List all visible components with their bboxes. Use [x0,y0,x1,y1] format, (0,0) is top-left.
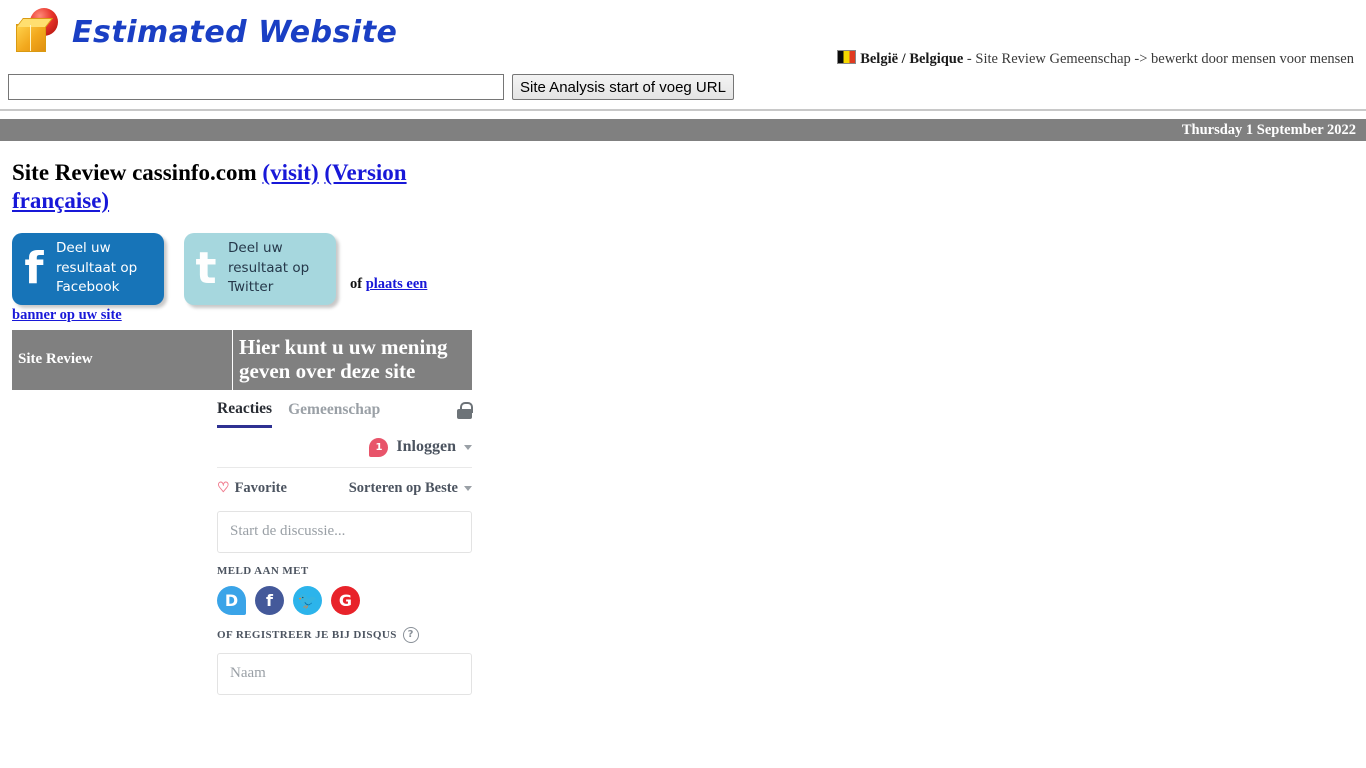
facebook-icon: f [24,242,44,294]
social-login-row: D f 🐦 G [217,585,472,615]
disqus-widget: Reacties Gemeenschap 1 Inloggen ♡ Favori… [217,400,473,695]
twitter-icon[interactable]: 🐦 [293,585,322,615]
share-twitter-label: Deel uw resultaat op Twitter [228,240,310,296]
share-buttons-row: f Deel uw resultaat op Facebook t Deel u… [12,232,512,305]
page-title-prefix: Site Review cassinfo.com [12,160,263,185]
favorite-label: Favorite [234,479,287,496]
chevron-down-icon [464,485,472,491]
tagline-country: België / Belgique [860,51,964,67]
site-review-table: Site Review Hier kunt u uw mening geven … [12,329,472,390]
current-date: Thursday 1 September 2022 [1181,121,1356,138]
twitter-icon: t [195,242,217,294]
header-divider [0,109,1366,111]
chevron-down-icon[interactable] [464,444,472,450]
disqus-icon[interactable]: D [217,585,246,615]
site-header: Estimated Website België / Belgique - Si… [0,0,1366,68]
url-search-input[interactable] [8,74,504,100]
share-facebook-label: Deel uw resultaat op Facebook [56,240,138,296]
banner-link-row: banner op uw site [12,307,1366,324]
date-bar: Thursday 1 September 2022 [0,119,1366,141]
review-table-left-label: Site Review [12,329,233,390]
favorite-button[interactable]: ♡ Favorite [217,480,287,497]
signin-caption: MELD AAN MET [217,565,472,577]
header-tagline: België / Belgique - Site Review Gemeensc… [0,50,1354,68]
lock-icon [457,402,473,420]
tagline-rest: - Site Review Gemeenschap -> bewerkt doo… [963,51,1354,67]
google-icon[interactable]: G [331,585,360,615]
share-alternative-text: of plaats een [350,276,427,293]
disqus-login-row: 1 Inloggen [217,430,472,468]
tab-reacties[interactable]: Reacties [217,400,273,428]
page-title: Site Review cassinfo.com (visit) (Versio… [12,159,482,215]
register-caption-label: OF REGISTREER JE BIJ DISQUS [217,628,397,641]
heart-icon: ♡ [217,480,230,496]
banner-link-part2[interactable]: banner op uw site [12,307,122,323]
banner-link-part1[interactable]: plaats een [366,276,428,292]
share-twitter-button[interactable]: t Deel uw resultaat op Twitter [184,232,336,305]
login-button[interactable]: Inloggen [396,438,456,456]
facebook-icon[interactable]: f [255,585,284,615]
review-table-right-label: Hier kunt u uw mening geven over deze si… [232,329,472,390]
visit-link[interactable]: (visit) [262,160,318,185]
logo-text: Estimated Website [72,14,398,50]
disqus-tabs: Reacties Gemeenschap [217,400,473,430]
of-label: of [350,275,366,292]
url-search-row: Site Analysis start of voeg URL [0,68,1366,106]
register-caption: OF REGISTREER JE BIJ DISQUS ? [217,626,472,643]
yellow-cube-icon [16,24,46,52]
sort-selector[interactable]: Sorteren op Beste [349,480,472,497]
site-analysis-button[interactable]: Site Analysis start of voeg URL [512,74,734,100]
table-row: Site Review Hier kunt u uw mening geven … [12,329,472,390]
share-facebook-button[interactable]: f Deel uw resultaat op Facebook [12,232,164,305]
belgium-flag-icon [837,50,857,64]
disqus-meta-row: ♡ Favorite Sorteren op Beste [217,468,472,507]
name-input[interactable] [217,652,472,695]
signin-caption-label: MELD AAN MET [217,564,309,577]
sort-label: Sorteren op Beste [348,479,458,496]
notification-badge: 1 [369,437,389,457]
question-mark-icon[interactable]: ? [402,626,419,643]
tab-gemeenschap[interactable]: Gemeenschap [288,401,380,426]
page-root: Estimated Website België / Belgique - Si… [0,0,1366,768]
comment-input[interactable] [217,510,472,553]
